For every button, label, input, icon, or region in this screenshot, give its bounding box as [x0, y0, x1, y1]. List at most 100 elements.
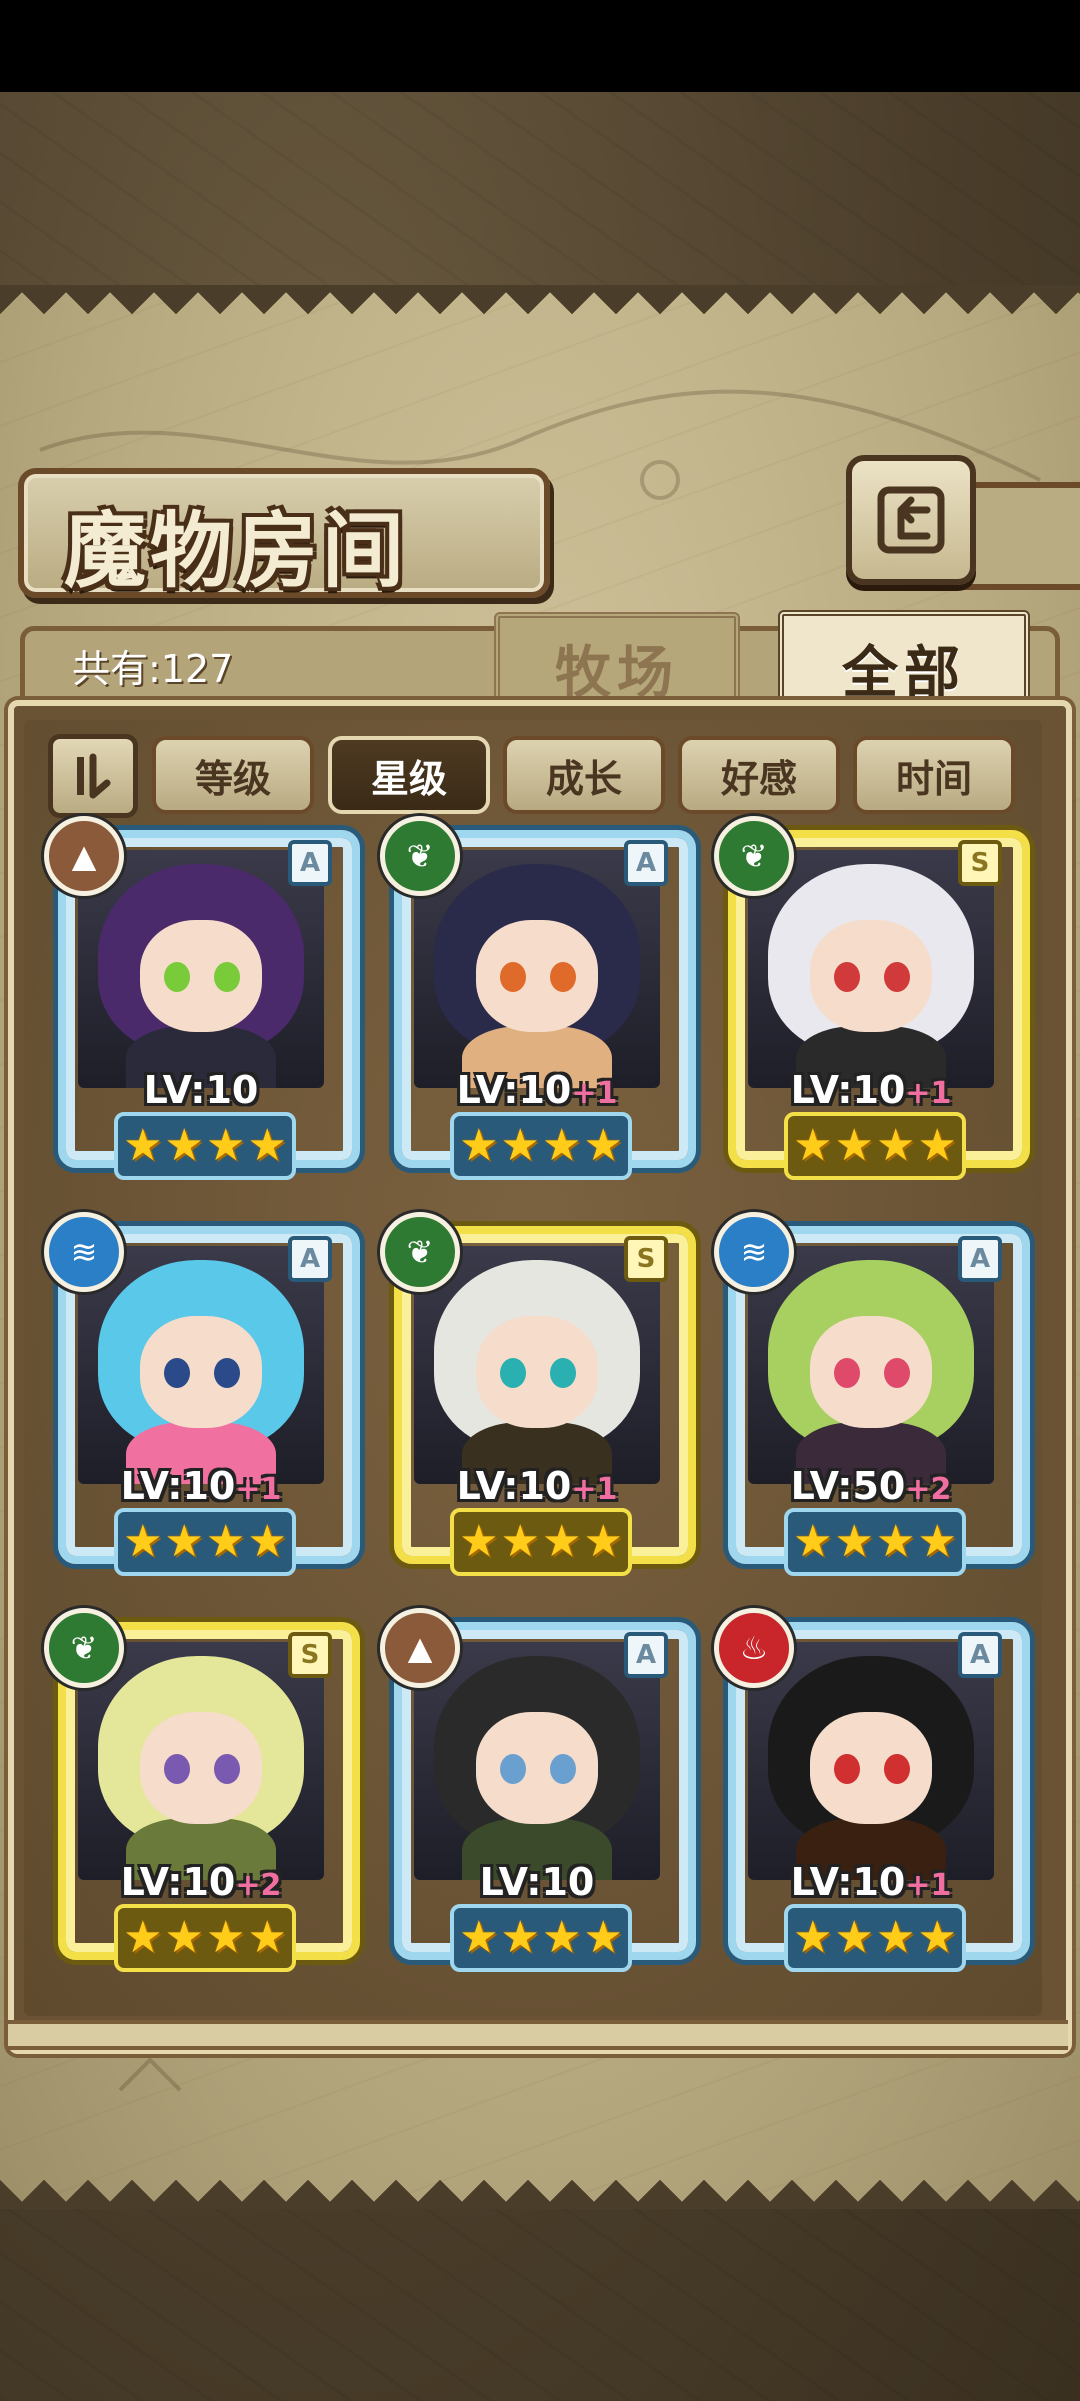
- star-icon: ★: [459, 1120, 499, 1171]
- level-plus: +1: [571, 1076, 618, 1111]
- star-icon: ★: [247, 1120, 287, 1171]
- star-icon: ★: [793, 1516, 833, 1567]
- monster-card[interactable]: A ▲ LV:10 ★ ★ ★ ★: [44, 816, 360, 1182]
- level-plus: +1: [235, 1472, 282, 1507]
- level-label: LV:10+2: [48, 1860, 354, 1904]
- portrait-eye: [884, 962, 910, 992]
- star-icon: ★: [206, 1516, 246, 1567]
- star-rating: ★ ★ ★ ★: [114, 1508, 296, 1576]
- star-icon: ★: [876, 1120, 916, 1171]
- level-label: LV:10: [384, 1860, 690, 1904]
- portrait-eye: [550, 1754, 576, 1784]
- level-value: LV:10: [790, 1860, 906, 1904]
- star-icon: ★: [164, 1912, 204, 1963]
- star-rating: ★ ★ ★ ★: [450, 1112, 632, 1180]
- star-icon: ★: [542, 1516, 582, 1567]
- wave-icon: ≋: [714, 1212, 794, 1292]
- portrait-eye: [500, 1358, 526, 1388]
- star-icon: ★: [500, 1516, 540, 1567]
- portrait-eye: [550, 1358, 576, 1388]
- monster-card[interactable]: A ≋ LV:50+2 ★ ★ ★ ★: [714, 1212, 1030, 1578]
- monster-card[interactable]: S ❦ LV:10+1 ★ ★ ★ ★: [714, 816, 1030, 1182]
- sort-time-button[interactable]: 时间: [853, 736, 1015, 814]
- level-plus: +1: [571, 1472, 618, 1507]
- portrait-face: [140, 920, 262, 1032]
- portrait-eye: [884, 1358, 910, 1388]
- level-value: LV:10: [790, 1068, 906, 1112]
- star-icon: ★: [500, 1912, 540, 1963]
- star-icon: ★: [834, 1516, 874, 1567]
- star-icon: ★: [500, 1120, 540, 1171]
- portrait-eye: [834, 1754, 860, 1784]
- star-rating: ★ ★ ★ ★: [784, 1112, 966, 1180]
- rank-badge: A: [958, 1632, 1002, 1678]
- star-icon: ★: [459, 1912, 499, 1963]
- portrait-eye: [500, 1754, 526, 1784]
- star-rating: ★ ★ ★ ★: [450, 1508, 632, 1576]
- portrait-eye: [550, 962, 576, 992]
- portrait-eye: [834, 962, 860, 992]
- level-value: LV:50: [790, 1464, 906, 1508]
- monster-portrait: [414, 850, 660, 1088]
- portrait-face: [476, 1712, 598, 1824]
- star-icon: ★: [834, 1120, 874, 1171]
- star-rating: ★ ★ ★ ★: [114, 1112, 296, 1180]
- sort-order-toggle[interactable]: [48, 734, 138, 818]
- star-icon: ★: [206, 1912, 246, 1963]
- monster-card[interactable]: S ❦ LV:10+1 ★ ★ ★ ★: [380, 1212, 696, 1578]
- monster-portrait: [748, 850, 994, 1088]
- mountain-icon: ▲: [44, 816, 124, 896]
- star-icon: ★: [583, 1120, 623, 1171]
- rank-badge: A: [288, 1236, 332, 1282]
- portrait-eye: [214, 1358, 240, 1388]
- rank-badge: A: [958, 1236, 1002, 1282]
- sort-star-button[interactable]: 星级: [328, 736, 490, 814]
- sort-affection-button[interactable]: 好感: [678, 736, 840, 814]
- status-bar: [0, 0, 1080, 92]
- monster-card[interactable]: S ❦ LV:10+2 ★ ★ ★ ★: [44, 1608, 360, 1974]
- portrait-eye: [164, 1358, 190, 1388]
- rank-badge: S: [624, 1236, 668, 1282]
- monster-card[interactable]: A ♨ LV:10+1 ★ ★ ★ ★: [714, 1608, 1030, 1974]
- star-icon: ★: [876, 1912, 916, 1963]
- portrait-face: [810, 1712, 932, 1824]
- portrait-eye: [214, 962, 240, 992]
- monster-portrait: [748, 1642, 994, 1880]
- level-plus: +2: [235, 1868, 282, 1903]
- portrait-eye: [164, 962, 190, 992]
- portrait-eye: [834, 1358, 860, 1388]
- star-icon: ★: [834, 1912, 874, 1963]
- star-icon: ★: [123, 1120, 163, 1171]
- sort-level-button[interactable]: 等级: [152, 736, 314, 814]
- level-value: LV:10: [456, 1464, 572, 1508]
- level-value: LV:10: [120, 1464, 236, 1508]
- level-value: LV:10: [143, 1068, 259, 1112]
- level-label: LV:10: [48, 1068, 354, 1112]
- back-button[interactable]: [846, 455, 976, 585]
- star-icon: ★: [876, 1516, 916, 1567]
- leaf-icon: ❦: [714, 816, 794, 896]
- star-icon: ★: [459, 1516, 499, 1567]
- star-icon: ★: [917, 1120, 957, 1171]
- monster-portrait: [78, 850, 324, 1088]
- portrait-face: [810, 1316, 932, 1428]
- monster-card[interactable]: A ▲ LV:10 ★ ★ ★ ★: [380, 1608, 696, 1974]
- leaf-icon: ❦: [44, 1608, 124, 1688]
- star-icon: ★: [247, 1516, 287, 1567]
- monster-portrait: [78, 1642, 324, 1880]
- star-rating: ★ ★ ★ ★: [784, 1508, 966, 1576]
- monster-portrait: [748, 1246, 994, 1484]
- level-value: LV:10: [456, 1068, 572, 1112]
- portrait-face: [476, 920, 598, 1032]
- rank-badge: S: [288, 1632, 332, 1678]
- monster-card[interactable]: A ❦ LV:10+1 ★ ★ ★ ★: [380, 816, 696, 1182]
- torn-edge-bottom: [0, 2165, 1080, 2209]
- level-label: LV:10+1: [718, 1860, 1024, 1904]
- star-rating: ★ ★ ★ ★: [450, 1904, 632, 1972]
- portrait-eye: [884, 1754, 910, 1784]
- monster-card[interactable]: A ≋ LV:10+1 ★ ★ ★ ★: [44, 1212, 360, 1578]
- star-rating: ★ ★ ★ ★: [784, 1904, 966, 1972]
- star-icon: ★: [164, 1120, 204, 1171]
- portrait-face: [476, 1316, 598, 1428]
- sort-growth-button[interactable]: 成长: [503, 736, 665, 814]
